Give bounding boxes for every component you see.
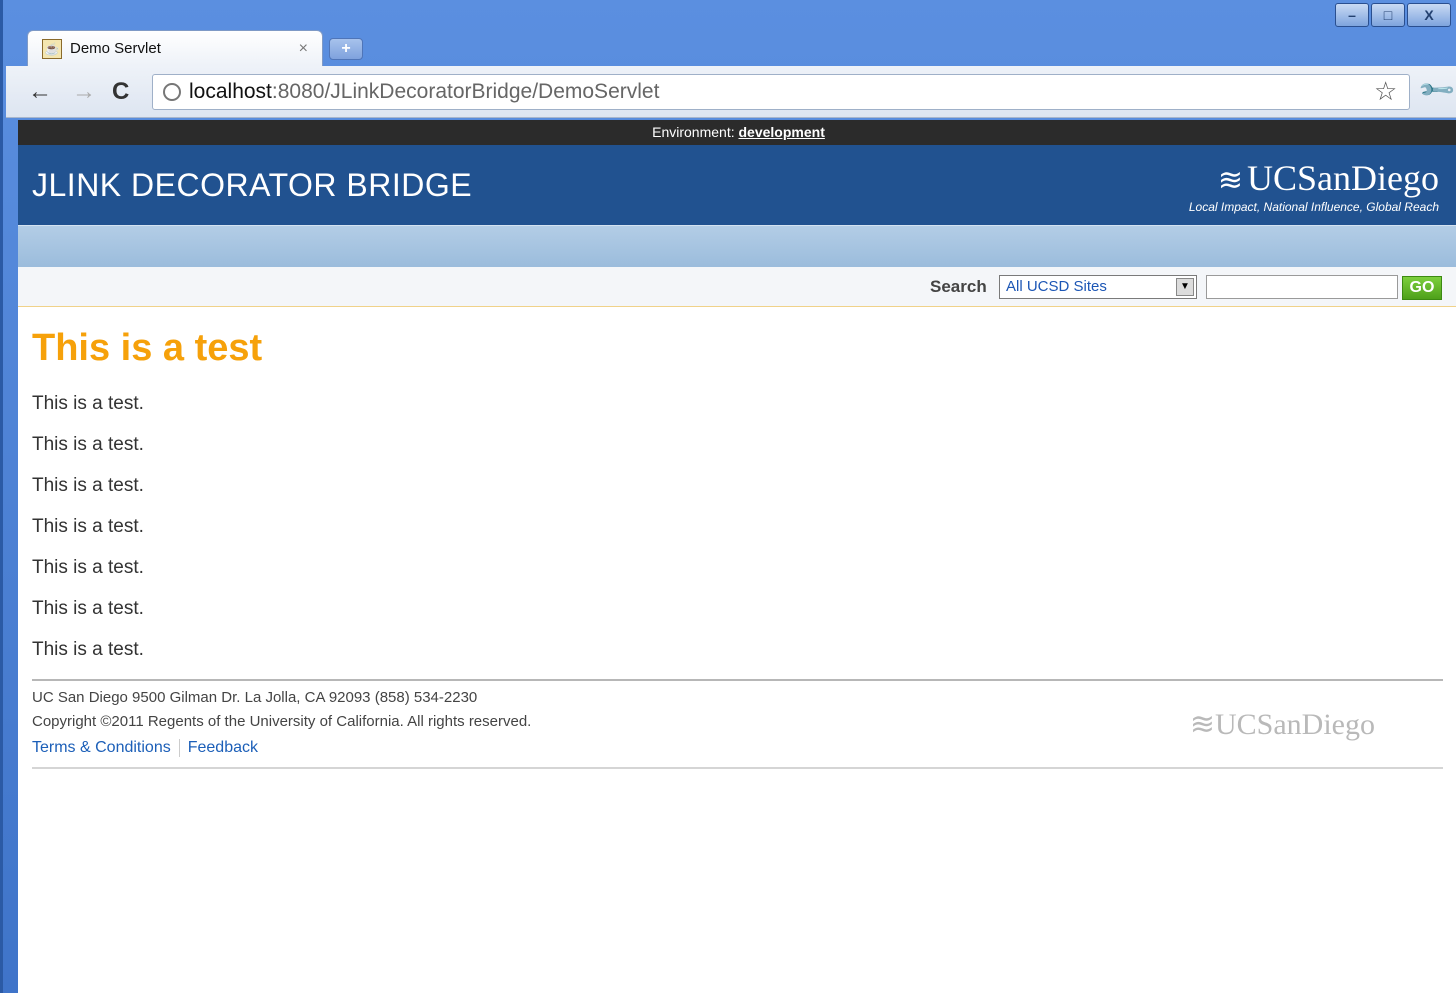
- page-heading: This is a test: [32, 327, 263, 369]
- terms-link[interactable]: Terms & Conditions: [32, 739, 171, 756]
- paragraph: This is a test.: [32, 557, 144, 578]
- reload-icon[interactable]: C: [112, 78, 129, 106]
- globe-icon: [163, 83, 181, 101]
- nav-subbar: [18, 225, 1456, 267]
- minimize-button[interactable]: –: [1335, 3, 1369, 27]
- paragraph: This is a test.: [32, 516, 144, 537]
- browser-toolbar: ← → C localhost:8080/JLinkDecoratorBridg…: [6, 66, 1456, 118]
- logo-tagline: Local Impact, National Influence, Global…: [1188, 200, 1439, 214]
- site-header: JLINK DECORATOR BRIDGE ≋ UCSanDiego Local…: [18, 145, 1456, 225]
- close-window-button[interactable]: X: [1407, 3, 1451, 27]
- environment-link[interactable]: development: [739, 124, 825, 140]
- url-path: :8080/JLinkDecoratorBridge/DemoServlet: [271, 80, 660, 103]
- search-scope-select[interactable]: All UCSD Sites ▼: [999, 275, 1197, 299]
- page-viewport: Environment: development JLINK DECORATOR…: [18, 120, 1456, 993]
- footer-ucsd-logo[interactable]: ≋UCSanDiego: [1190, 707, 1375, 742]
- environment-bar: Environment: development: [18, 120, 1456, 145]
- paragraph: This is a test.: [32, 475, 144, 496]
- site-title: JLINK DECORATOR BRIDGE: [32, 167, 473, 203]
- browser-window: ☕ Demo Servlet × + – □ X ← → C localhost…: [0, 0, 1456, 993]
- site-footer: UC San Diego 9500 Gilman Dr. La Jolla, C…: [32, 679, 1443, 769]
- back-arrow-icon[interactable]: ←: [28, 78, 52, 106]
- paragraph: This is a test.: [32, 393, 144, 414]
- chevron-down-icon[interactable]: ▼: [1176, 278, 1194, 296]
- footer-logo-text: UCSanDiego: [1215, 708, 1375, 741]
- tab-close-icon[interactable]: ×: [299, 40, 308, 58]
- logo-text: UCSanDiego: [1247, 158, 1439, 198]
- titlebar: ☕ Demo Servlet × + – □ X: [3, 0, 1456, 68]
- ucsd-logo[interactable]: ≋ UCSanDiego Local Impact, National Influ…: [1189, 159, 1439, 214]
- go-button[interactable]: GO: [1402, 276, 1442, 300]
- url-host: localhost: [189, 80, 272, 103]
- wave-logo-icon: ≋: [1189, 708, 1215, 741]
- search-bar: Search All UCSD Sites ▼ GO: [18, 267, 1456, 307]
- feedback-link[interactable]: Feedback: [188, 739, 258, 756]
- search-scope-value: All UCSD Sites: [1006, 278, 1107, 295]
- paragraph: This is a test.: [32, 639, 144, 660]
- star-icon[interactable]: ☆: [1374, 76, 1397, 107]
- new-tab-button[interactable]: +: [329, 38, 363, 60]
- paragraph: This is a test.: [32, 598, 144, 619]
- window-controls: – □ X: [1335, 3, 1451, 27]
- search-label: Search: [930, 277, 987, 296]
- maximize-button[interactable]: □: [1371, 3, 1405, 27]
- wrench-icon[interactable]: 🔧: [1416, 70, 1456, 112]
- tab-title: Demo Servlet: [70, 40, 161, 57]
- wave-logo-icon: ≋: [1217, 164, 1243, 197]
- footer-address: UC San Diego 9500 Gilman Dr. La Jolla, C…: [32, 689, 478, 706]
- search-input[interactable]: [1206, 275, 1398, 299]
- link-divider: [178, 739, 180, 757]
- paragraph: This is a test.: [32, 434, 144, 455]
- environment-label: Environment:: [652, 124, 739, 140]
- tab-favicon: ☕: [42, 38, 62, 59]
- main-content: This is a test This is a test. This is a…: [18, 307, 1456, 662]
- tab-demo-servlet[interactable]: ☕ Demo Servlet ×: [27, 30, 323, 66]
- forward-arrow-icon[interactable]: →: [72, 78, 96, 106]
- address-bar[interactable]: localhost:8080/JLinkDecoratorBridge/Demo…: [152, 74, 1410, 110]
